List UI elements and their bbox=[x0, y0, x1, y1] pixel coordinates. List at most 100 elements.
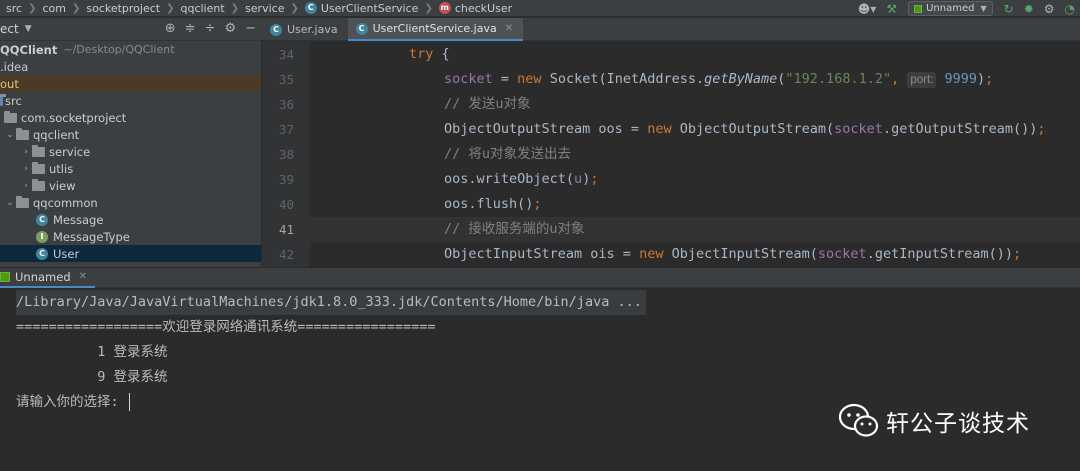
run-panel-header: Unnamed ✕ bbox=[0, 267, 1080, 288]
line-number: 39 bbox=[278, 172, 294, 187]
rerun-icon[interactable]: ↻ bbox=[1004, 1, 1014, 17]
line-number: 38 bbox=[278, 147, 294, 162]
line-number: 40 bbox=[278, 197, 294, 212]
tree-item-label: src bbox=[5, 93, 22, 108]
code-line-current: // 接收服务端的u对象 bbox=[310, 217, 1080, 242]
chevron-right-icon[interactable]: › bbox=[20, 164, 32, 174]
locate-target-icon[interactable]: ⊕ bbox=[165, 21, 176, 36]
gear-icon[interactable]: ⚙ bbox=[224, 21, 236, 36]
close-icon[interactable]: ✕ bbox=[79, 271, 87, 282]
tree-item-module-qqclient[interactable]: QQClient ~/Desktop/QQClient bbox=[0, 41, 261, 58]
code-token: { bbox=[433, 46, 450, 62]
chevron-right-icon[interactable]: › bbox=[20, 147, 32, 157]
code-token: // 发送u对象 bbox=[444, 96, 531, 112]
breadcrumb-socketproject[interactable]: socketproject bbox=[86, 2, 160, 15]
tree-item-path: ~/Desktop/QQClient bbox=[63, 43, 175, 56]
tree-item-label: Message bbox=[53, 212, 104, 227]
tree-item-package-qqcommon[interactable]: ⌄ qqcommon bbox=[0, 194, 261, 211]
console-line: 9 登录系统 bbox=[16, 369, 168, 385]
tree-item-label: com.socketproject bbox=[21, 110, 127, 125]
breadcrumb-src[interactable]: src bbox=[6, 2, 22, 15]
code-token: ) bbox=[977, 71, 986, 87]
chevron-right-icon[interactable]: › bbox=[20, 181, 32, 191]
code-line: // 发送u对象 bbox=[310, 92, 1080, 117]
text-cursor bbox=[128, 393, 131, 411]
class-icon: C bbox=[36, 213, 48, 226]
tree-item-package-qqclient[interactable]: ⌄ qqclient bbox=[0, 126, 261, 143]
code-token: ObjectInputStream( bbox=[663, 246, 818, 262]
editor-tab-bar: C User.java C UserClientService.java ✕ bbox=[262, 18, 1080, 41]
tree-item-package-service[interactable]: › service bbox=[0, 143, 261, 160]
chevron-down-icon: ▼ bbox=[980, 4, 987, 13]
run-configuration-label: Unnamed bbox=[926, 3, 975, 14]
tree-item-class-message[interactable]: C Message bbox=[0, 211, 261, 228]
breadcrumb-separator-icon: ❯ bbox=[424, 2, 433, 14]
code-token: ObjectOutputStream( bbox=[671, 121, 835, 137]
hide-panel-icon[interactable]: − bbox=[245, 21, 256, 36]
expand-all-icon[interactable]: ÷ bbox=[205, 21, 216, 36]
code-token: ObjectInputStream ois = bbox=[444, 246, 640, 262]
line-number: 37 bbox=[278, 122, 294, 137]
project-tree: QQClient ~/Desktop/QQClient .idea out sr… bbox=[0, 41, 262, 267]
breadcrumb-userclientservice[interactable]: UserClientService bbox=[321, 2, 419, 15]
code-token: ; bbox=[1037, 121, 1046, 137]
tab-userclientservice-java[interactable]: C UserClientService.java ✕ bbox=[347, 18, 524, 41]
tree-item-folder-out[interactable]: out bbox=[0, 75, 261, 92]
package-folder-icon bbox=[16, 127, 29, 140]
code-token: oos.flush() bbox=[444, 196, 534, 212]
code-token: "192.168.1.2" bbox=[785, 71, 892, 87]
debug-bug-icon[interactable]: ✹ bbox=[1024, 1, 1034, 17]
class-icon: C bbox=[355, 22, 368, 35]
tree-item-class-user[interactable]: C User bbox=[0, 245, 261, 262]
hammer-build-icon[interactable]: ⚒ bbox=[886, 1, 897, 17]
console-command-line[interactable]: /Library/Java/JavaVirtualMachines/jdk1.8… bbox=[16, 290, 646, 315]
tree-item-enum-messagetype[interactable]: I MessageType bbox=[0, 228, 261, 245]
code-token: .getOutputStream()) bbox=[882, 121, 1038, 137]
interface-icon: I bbox=[36, 230, 48, 243]
chevron-down-icon[interactable]: ⌄ bbox=[4, 130, 16, 140]
coverage-icon[interactable]: ⚙ bbox=[1044, 1, 1055, 17]
breadcrumb-qqclient[interactable]: qqclient bbox=[180, 2, 224, 15]
class-icon: C bbox=[36, 247, 48, 260]
tree-item-folder-idea[interactable]: .idea bbox=[0, 58, 261, 75]
code-token: .getInputStream()) bbox=[866, 246, 1013, 262]
code-editor[interactable]: try { socket = new Socket(InetAddress.ge… bbox=[310, 42, 1080, 267]
run-configuration-selector[interactable]: Unnamed ▼ bbox=[908, 1, 993, 16]
breadcrumb-separator-icon: ❯ bbox=[71, 2, 81, 14]
watermark-text: 轩公子谈技术 bbox=[886, 411, 1030, 437]
project-panel-tools: ⊕ ≑ ÷ ⚙ − bbox=[156, 21, 256, 36]
run-tab-unnamed[interactable]: Unnamed ✕ bbox=[0, 268, 96, 288]
breadcrumb-checkuser[interactable]: checkUser bbox=[455, 2, 512, 15]
breadcrumb-service[interactable]: service bbox=[245, 2, 284, 15]
tree-item-label: service bbox=[49, 144, 91, 159]
chevron-down-icon[interactable]: ⌄ bbox=[4, 198, 16, 208]
code-token: u bbox=[574, 171, 583, 187]
code-token: ; bbox=[985, 71, 994, 87]
line-number: 42 bbox=[278, 247, 294, 262]
breadcrumb-com[interactable]: com bbox=[42, 2, 66, 15]
user-icon[interactable]: ☻▾ bbox=[858, 1, 877, 17]
folder-icon bbox=[0, 93, 6, 106]
console-output[interactable]: /Library/Java/JavaVirtualMachines/jdk1.8… bbox=[0, 288, 1080, 471]
tree-item-label: out bbox=[0, 76, 19, 91]
code-line: ObjectOutputStream oos = new ObjectOutpu… bbox=[310, 117, 1080, 142]
tree-item-package-view[interactable]: › view bbox=[0, 177, 261, 194]
chevron-down-icon[interactable]: ▼ bbox=[25, 24, 32, 34]
code-token: // 将u对象发送出去 bbox=[444, 146, 572, 162]
profile-icon[interactable]: ◔ bbox=[1065, 1, 1075, 17]
package-folder-icon bbox=[16, 195, 29, 208]
tree-item-label: view bbox=[49, 178, 76, 193]
code-line: try { bbox=[310, 42, 1080, 67]
collapse-all-icon[interactable]: ≑ bbox=[185, 21, 196, 36]
code-token: Socket(InetAddress. bbox=[541, 71, 705, 87]
tree-item-package-utlis[interactable]: › utlis bbox=[0, 160, 261, 177]
code-token: oos.writeObject( bbox=[444, 171, 575, 187]
code-token: ; bbox=[590, 171, 599, 187]
project-view-title[interactable]: ect bbox=[0, 22, 19, 36]
tree-item-folder-src[interactable]: src bbox=[0, 92, 261, 109]
close-icon[interactable]: ✕ bbox=[505, 23, 513, 34]
console-line: ==================欢迎登录网络通讯系统============… bbox=[16, 319, 436, 335]
tree-item-package-com-socketproject[interactable]: com.socketproject bbox=[0, 109, 261, 126]
console-input-prompt[interactable]: 请输入你的选择: bbox=[16, 390, 131, 415]
tab-user-java[interactable]: C User.java bbox=[262, 18, 348, 41]
